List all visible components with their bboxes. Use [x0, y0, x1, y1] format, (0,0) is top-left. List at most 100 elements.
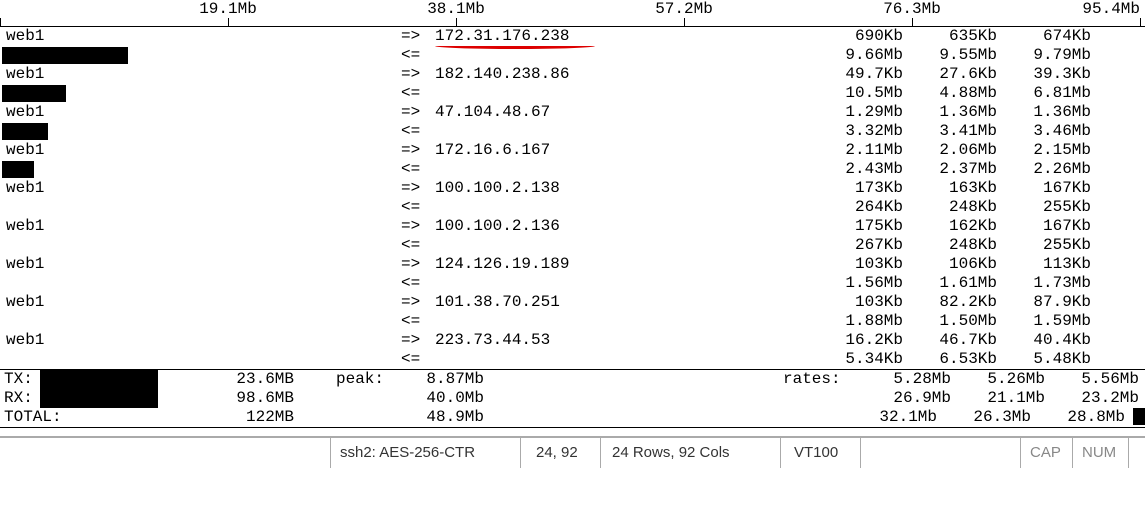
- rate-cells: 2.11Mb2.06Mb2.15Mb: [815, 141, 1145, 160]
- host-cell: [0, 350, 401, 369]
- destination-cell: 100.100.2.136: [435, 217, 815, 236]
- rate-value: 1.50Mb: [909, 312, 1003, 331]
- rate-cells: 103Kb106Kb113Kb: [815, 255, 1145, 274]
- rate-value: 82.2Kb: [909, 293, 1003, 312]
- destination-cell: 172.16.6.167: [435, 141, 815, 160]
- rate-value: 1.88Mb: [815, 312, 909, 331]
- rate-value: 106Kb: [909, 255, 1003, 274]
- host-cell: [0, 274, 401, 293]
- rate-value: 255Kb: [1003, 198, 1097, 217]
- connection-row: <=5.34Kb6.53Kb5.48Kb: [0, 350, 1145, 369]
- destination-cell: 101.38.70.251: [435, 293, 815, 312]
- rate-value: 5.48Kb: [1003, 350, 1097, 369]
- direction-arrow: =>: [401, 217, 435, 236]
- rate-value: 2.15Mb: [1003, 141, 1097, 160]
- cursor-block: [1133, 408, 1145, 425]
- rates-label: [769, 408, 849, 427]
- connection-row: web1=>172.16.6.1672.11Mb2.06Mb2.15Mb: [0, 141, 1145, 160]
- summary-row: TX:cum:23.6MBpeak:8.87Mbrates:5.28Mb5.26…: [0, 370, 1145, 389]
- redaction-bar: [2, 85, 66, 102]
- rate-value: 3.32Mb: [815, 122, 909, 141]
- peak-label: [294, 389, 384, 408]
- direction-arrow: =>: [401, 331, 435, 350]
- direction-arrow: =>: [401, 141, 435, 160]
- peak-label: [294, 408, 384, 427]
- rate-value: 6.53Kb: [909, 350, 1003, 369]
- summary-rate-value: 5.26Mb: [957, 370, 1051, 389]
- rate-cells: 173Kb163Kb167Kb: [815, 179, 1145, 198]
- destination-cell: 100.100.2.138: [435, 179, 815, 198]
- rate-value: 173Kb: [815, 179, 909, 198]
- summary-label: TOTAL:: [0, 408, 74, 427]
- summary-row: RX:98.6MB40.0Mb26.9Mb21.1Mb23.2Mb: [0, 389, 1145, 408]
- direction-arrow: <=: [401, 84, 435, 103]
- direction-arrow: <=: [401, 312, 435, 331]
- connection-row: <=1.88Mb1.50Mb1.59Mb: [0, 312, 1145, 331]
- host-cell: web1: [0, 65, 401, 84]
- rate-cells: 2.43Mb2.37Mb2.26Mb: [815, 160, 1145, 179]
- rate-value: 39.3Kb: [1003, 65, 1097, 84]
- summary-label: TX:: [0, 370, 74, 389]
- scale-label: 95.4Mb: [1082, 0, 1140, 19]
- host-cell: web1: [0, 179, 401, 198]
- connection-row: <=2.43Mb2.37Mb2.26Mb: [0, 160, 1145, 179]
- summary-rate-value: 21.1Mb: [957, 389, 1051, 408]
- rate-value: 267Kb: [815, 236, 909, 255]
- direction-arrow: =>: [401, 65, 435, 84]
- peak-value: 8.87Mb: [384, 370, 484, 389]
- destination-cell: [435, 274, 815, 293]
- rate-value: 2.11Mb: [815, 141, 909, 160]
- summary-rate-value: 32.1Mb: [849, 408, 943, 427]
- rate-value: 167Kb: [1003, 217, 1097, 236]
- destination-cell: [435, 350, 815, 369]
- connection-row: web1=>172.31.176.238690Kb635Kb674Kb: [0, 27, 1145, 46]
- rate-value: 9.55Mb: [909, 46, 1003, 65]
- destination-cell: 124.126.19.189: [435, 255, 815, 274]
- connection-row: <=267Kb248Kb255Kb: [0, 236, 1145, 255]
- rate-value: 49.7Kb: [815, 65, 909, 84]
- connection-row: web1=>47.104.48.671.29Mb1.36Mb1.36Mb: [0, 103, 1145, 122]
- rate-value: 1.61Mb: [909, 274, 1003, 293]
- rate-value: 1.56Mb: [815, 274, 909, 293]
- destination-cell: [435, 198, 815, 217]
- host-cell: [0, 84, 401, 103]
- direction-arrow: =>: [401, 27, 435, 46]
- rate-value: 2.37Mb: [909, 160, 1003, 179]
- status-bar: ssh2: AES-256-CTR 24, 92 24 Rows, 92 Col…: [0, 436, 1145, 468]
- rate-value: 248Kb: [909, 236, 1003, 255]
- rate-value: 255Kb: [1003, 236, 1097, 255]
- rate-value: 9.79Mb: [1003, 46, 1097, 65]
- rate-value: 27.6Kb: [909, 65, 1003, 84]
- scale-tick: [684, 18, 685, 26]
- peak-value: 48.9Mb: [384, 408, 484, 427]
- rate-cells: 10.5Mb4.88Mb6.81Mb: [815, 84, 1145, 103]
- cum-value: 23.6MB: [194, 370, 294, 389]
- destination-cell: [435, 122, 815, 141]
- rate-value: 9.66Mb: [815, 46, 909, 65]
- rate-value: 162Kb: [909, 217, 1003, 236]
- rate-cells: 690Kb635Kb674Kb: [815, 27, 1145, 46]
- destination-cell: [435, 160, 815, 179]
- connection-row: web1=>101.38.70.251103Kb82.2Kb87.9Kb: [0, 293, 1145, 312]
- rate-cells: 267Kb248Kb255Kb: [815, 236, 1145, 255]
- rate-value: 16.2Kb: [815, 331, 909, 350]
- direction-arrow: <=: [401, 198, 435, 217]
- rate-value: 2.06Mb: [909, 141, 1003, 160]
- destination-cell: 47.104.48.67: [435, 103, 815, 122]
- scale-label: 19.1Mb: [199, 0, 257, 19]
- scale-tick: [228, 18, 229, 26]
- peak-value: 40.0Mb: [384, 389, 484, 408]
- connection-row: web1=>100.100.2.136175Kb162Kb167Kb: [0, 217, 1145, 236]
- cum-label: [74, 408, 194, 427]
- direction-arrow: =>: [401, 293, 435, 312]
- direction-arrow: <=: [401, 274, 435, 293]
- connection-row: web1=>100.100.2.138173Kb163Kb167Kb: [0, 179, 1145, 198]
- rate-value: 10.5Mb: [815, 84, 909, 103]
- summary-rate-value: 26.9Mb: [863, 389, 957, 408]
- rate-cells: 16.2Kb46.7Kb40.4Kb: [815, 331, 1145, 350]
- direction-arrow: <=: [401, 46, 435, 65]
- rate-value: 1.29Mb: [815, 103, 909, 122]
- rate-value: 40.4Kb: [1003, 331, 1097, 350]
- rate-value: 46.7Kb: [909, 331, 1003, 350]
- rate-cells: 175Kb162Kb167Kb: [815, 217, 1145, 236]
